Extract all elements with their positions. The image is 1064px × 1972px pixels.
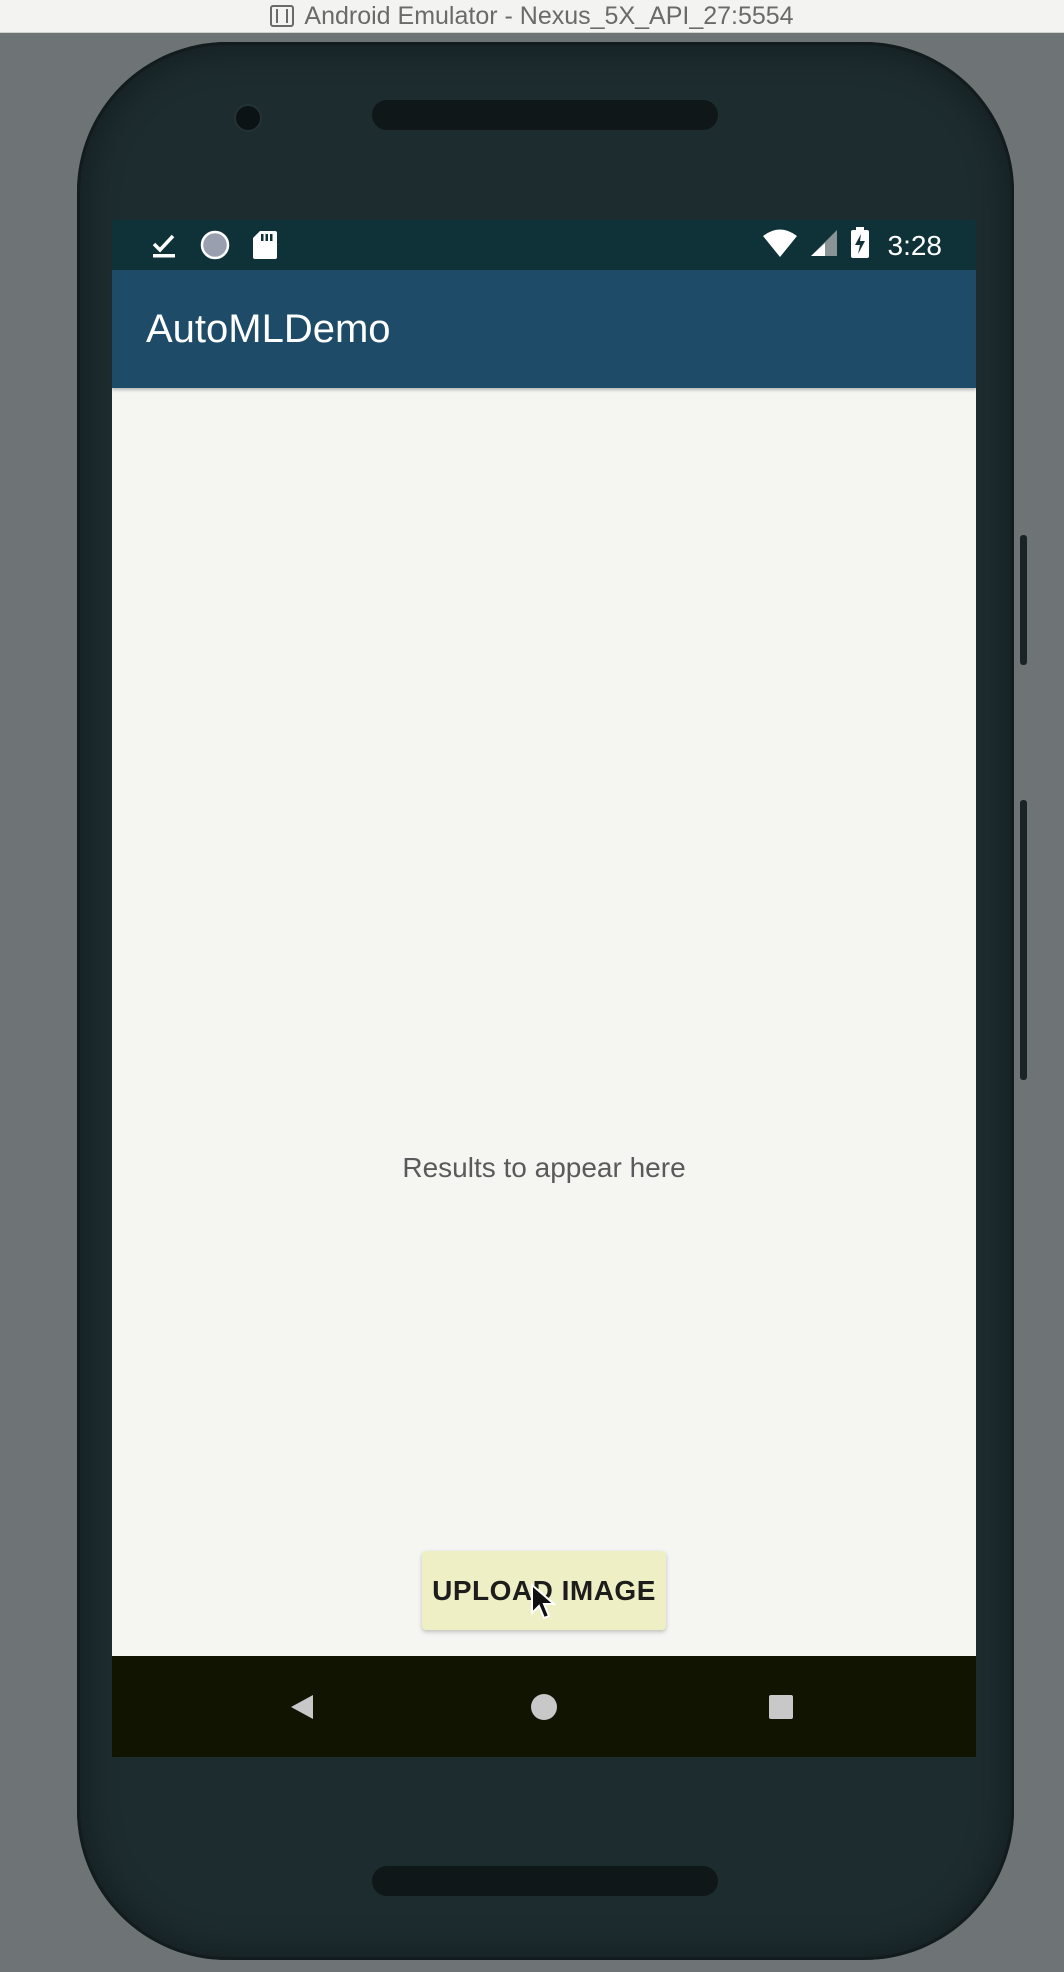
front-camera bbox=[236, 106, 260, 130]
power-button[interactable] bbox=[1020, 535, 1027, 665]
device-screen: 3:28 AutoMLDemo Results to appear here U… bbox=[112, 220, 976, 1757]
wifi-icon bbox=[762, 228, 798, 263]
upload-image-button[interactable]: UPLOAD IMAGE bbox=[422, 1551, 666, 1630]
top-speaker bbox=[372, 100, 718, 130]
sd-card-icon bbox=[252, 230, 278, 265]
circle-notification-icon bbox=[200, 230, 230, 265]
download-complete-icon bbox=[150, 231, 178, 264]
window-title: Android Emulator - Nexus_5X_API_27:5554 bbox=[304, 1, 794, 30]
battery-charging-icon bbox=[850, 227, 870, 264]
recents-icon[interactable] bbox=[756, 1682, 806, 1732]
results-text: Results to appear here bbox=[402, 1152, 686, 1183]
status-bar: 3:28 bbox=[112, 220, 976, 270]
emulator-window-titlebar: Android Emulator - Nexus_5X_API_27:5554 bbox=[0, 0, 1064, 33]
main-content: Results to appear here bbox=[112, 388, 976, 1588]
app-title: AutoMLDemo bbox=[146, 307, 391, 351]
bottom-speaker bbox=[372, 1866, 718, 1896]
home-icon[interactable] bbox=[519, 1682, 569, 1732]
volume-button[interactable] bbox=[1020, 800, 1027, 1080]
app-toolbar: AutoMLDemo bbox=[112, 270, 976, 388]
status-time: 3:28 bbox=[887, 229, 943, 261]
cell-signal-icon bbox=[810, 228, 838, 263]
back-icon[interactable] bbox=[277, 1682, 327, 1732]
navigation-bar bbox=[112, 1656, 976, 1757]
emulator-icon bbox=[270, 5, 295, 27]
